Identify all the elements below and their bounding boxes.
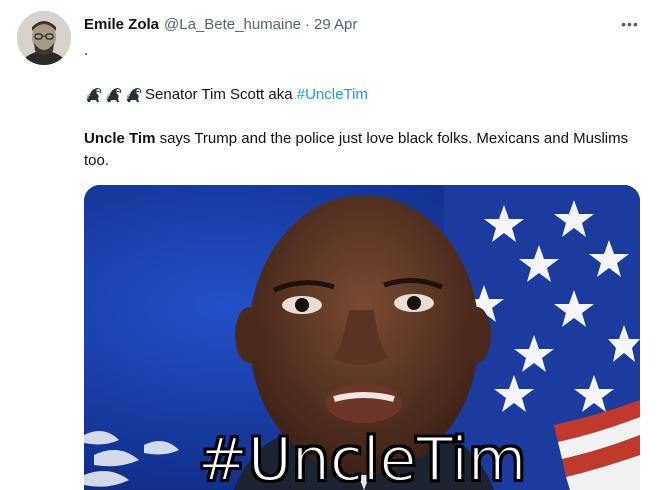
skunk-emoji-icon [84,85,104,105]
tweet-text-line-1: . [84,42,89,59]
tweet-text-paragraph: Uncle Tim says Trump and the police just… [84,128,644,172]
emoji-group [84,85,144,105]
hashtag-link[interactable]: #UncleTim [297,84,368,105]
tweet-date[interactable]: 29 Apr [314,16,357,33]
separator: · [305,15,311,33]
author-name[interactable]: Emile Zola [84,16,159,33]
tweet-media-image[interactable]: #UncleTim [84,185,640,490]
bold-phrase: Uncle Tim [84,130,156,147]
tweet-text-line-2: Senator Tim Scott aka #UncleTim [84,84,368,105]
tweet-header: Emile Zola @La_Bete_humaine · 29 Apr [84,14,357,34]
paragraph-rest: says Trump and the police just love blac… [84,130,629,169]
more-horizontal-icon: ••• [621,16,639,32]
tweet[interactable]: Emile Zola @La_Bete_humaine · 29 Apr •••… [0,0,660,490]
skunk-emoji-icon [124,85,144,105]
skunk-emoji-icon [104,85,124,105]
author-handle[interactable]: @La_Bete_humaine [164,16,301,33]
more-options-button[interactable]: ••• [618,12,642,36]
tweet-text-senator: Senator Tim Scott aka [145,86,297,103]
image-caption-overlay: #UncleTim [197,425,528,490]
avatar[interactable] [17,11,71,65]
